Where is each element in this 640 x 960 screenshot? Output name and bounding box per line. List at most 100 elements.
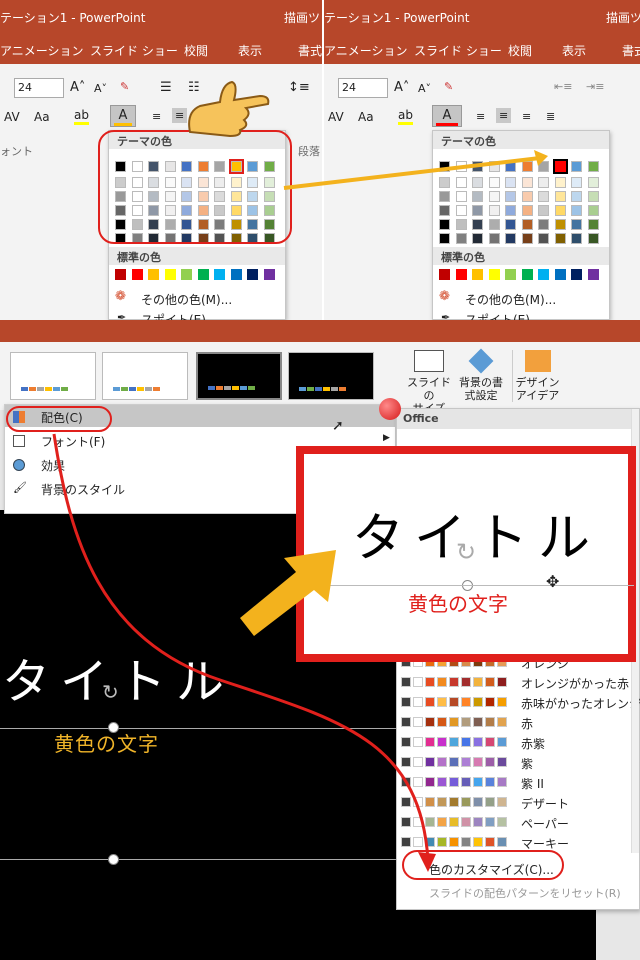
theme-color-swatch[interactable] [587,233,599,244]
theme-variant-2[interactable] [102,352,188,400]
theme-color-swatch[interactable] [538,205,549,216]
tab-review-2[interactable]: 校閲 [508,42,532,59]
standard-color-swatch[interactable] [197,269,209,280]
theme-color-swatch[interactable] [587,161,599,172]
shrink-font-icon[interactable]: A˅ [94,82,107,95]
tab-view-2[interactable]: 表示 [562,42,586,59]
standard-color-swatch[interactable] [521,269,533,280]
theme-color-swatch[interactable] [455,233,467,244]
standard-color-swatch[interactable] [439,269,450,280]
grow-font-icon[interactable]: A˄ [70,80,85,95]
theme-color-swatch[interactable] [488,205,500,216]
standard-color-swatch[interactable] [455,269,467,280]
standard-color-swatch[interactable] [554,269,566,280]
align-right-icon-2[interactable]: ≡ [522,110,531,123]
theme-color-swatch[interactable] [587,205,599,216]
theme-color-swatch[interactable] [538,233,549,244]
standard-color-swatch[interactable] [131,269,143,280]
theme-color-swatch[interactable] [571,161,582,172]
theme-color-swatch[interactable] [505,205,516,216]
standard-color-swatch[interactable] [472,269,483,280]
standard-color-swatch[interactable] [148,269,159,280]
standard-color-swatch[interactable] [115,269,126,280]
theme-color-swatch[interactable] [587,219,599,230]
tab-format[interactable]: 書式 [298,42,322,59]
tab-review[interactable]: 校閲 [184,42,208,59]
theme-color-swatch[interactable] [571,205,582,216]
shrink-font-icon-2[interactable]: A˅ [418,82,431,95]
theme-color-swatch[interactable] [472,219,483,230]
slide-size-button[interactable]: スライドの サイズ [406,350,452,415]
theme-color-swatch[interactable] [571,191,582,202]
change-case-icon[interactable]: Aa [34,110,50,124]
theme-color-swatch[interactable] [521,233,533,244]
decrease-indent-icon[interactable]: ⇤≡ [554,80,572,93]
align-center-icon-2[interactable]: ≡ [496,108,512,123]
font-color-button[interactable]: A [110,105,136,127]
theme-color-swatch[interactable] [439,219,450,230]
theme-variant-1[interactable] [10,352,96,400]
theme-color-swatch[interactable] [472,205,483,216]
eyedropper-item-2[interactable]: スポイト(E) [465,311,530,320]
tab-slideshow[interactable]: スライド ショー [90,42,178,59]
line-spacing-icon[interactable]: ↕≡ [288,80,310,95]
standard-color-swatch[interactable] [214,269,225,280]
standard-color-swatch[interactable] [538,269,549,280]
theme-color-swatch[interactable] [455,205,467,216]
theme-color-swatch[interactable] [488,219,500,230]
clear-format-icon[interactable]: ✎ [120,80,129,93]
theme-color-swatch[interactable] [439,233,450,244]
theme-color-swatch[interactable] [521,205,533,216]
highlight-icon[interactable]: ab [74,108,89,125]
theme-color-swatch[interactable] [439,205,450,216]
standard-color-swatch[interactable] [263,269,275,280]
char-spacing-icon[interactable]: AV [4,110,20,124]
standard-color-swatch[interactable] [587,269,599,280]
theme-color-swatch[interactable] [554,233,566,244]
reset-scheme-item[interactable]: スライドの配色パターンをリセット(R) [429,885,621,901]
standard-color-swatch[interactable] [230,269,242,280]
align-left-icon[interactable]: ≡ [152,110,161,123]
standard-color-swatch[interactable] [488,269,500,280]
more-colors-item-2[interactable]: その他の色(M)... [465,291,556,308]
font-size-box[interactable]: 24 [14,78,64,98]
theme-color-swatch[interactable] [505,233,516,244]
theme-color-swatch[interactable] [472,233,483,244]
tab-view[interactable]: 表示 [238,42,262,59]
clear-format-icon-2[interactable]: ✎ [444,80,453,93]
theme-color-swatch[interactable] [505,219,516,230]
theme-color-swatch[interactable] [554,205,566,216]
theme-color-swatch[interactable] [455,219,467,230]
standard-color-swatch[interactable] [571,269,582,280]
theme-color-swatch[interactable] [571,219,582,230]
bullets-icon[interactable]: ☰ [160,80,172,95]
change-case-icon-2[interactable]: Aa [358,110,374,124]
theme-color-swatch[interactable] [571,233,582,244]
char-spacing-icon-2[interactable]: AV [328,110,344,124]
tab-animation[interactable]: アニメーション [0,42,84,59]
theme-color-swatch[interactable] [571,177,582,188]
more-colors-item[interactable]: その他の色(M)... [141,291,232,308]
tab-slideshow-2[interactable]: スライド ショー [414,42,502,59]
standard-color-swatch[interactable] [181,269,192,280]
increase-indent-icon[interactable]: ⇥≡ [586,80,604,93]
font-color-button-2[interactable]: A [432,105,462,127]
theme-color-swatch[interactable] [488,233,500,244]
justify-icon-2[interactable]: ≣ [546,110,555,123]
theme-color-swatch[interactable] [587,177,599,188]
highlight-icon-2[interactable]: ab [398,108,413,125]
theme-color-swatch[interactable] [554,219,566,230]
font-size-box-2[interactable]: 24 [338,78,388,98]
theme-variant-3[interactable] [196,352,282,400]
align-left-icon-2[interactable]: ≡ [476,110,485,123]
grow-font-icon-2[interactable]: A˄ [394,80,409,95]
standard-color-swatch[interactable] [505,269,516,280]
theme-color-swatch[interactable] [587,191,599,202]
design-ideas-button[interactable]: デザイン アイデア [512,350,562,402]
format-background-button[interactable]: 背景の書 式設定 [456,348,506,402]
theme-color-swatch[interactable] [538,219,549,230]
theme-color-swatch[interactable] [521,219,533,230]
eyedropper-item[interactable]: スポイト(E) [141,311,206,320]
tab-format-2[interactable]: 書式 [622,42,640,59]
standard-color-swatch[interactable] [164,269,176,280]
